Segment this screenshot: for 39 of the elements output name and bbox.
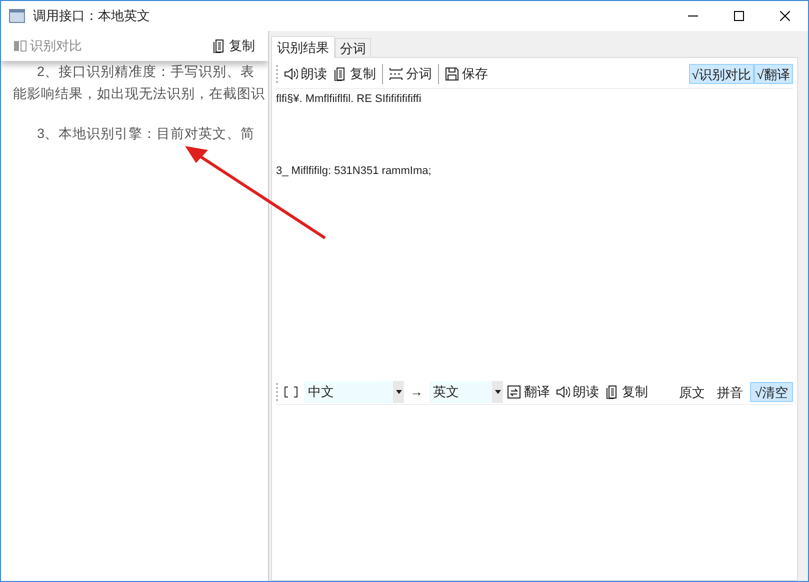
copy-button[interactable]: 复制 [333,62,376,86]
split-icon [389,66,403,80]
split-button[interactable]: 分词 [389,62,432,86]
text-line: 能影响结果，如出现无法识别，在截图识 [12,85,266,103]
copy-button[interactable]: 复制 [212,36,255,56]
document-icon [605,384,619,398]
toggle-button[interactable]: √翻译 [754,64,793,84]
speaker-button[interactable]: 朗读 [284,62,327,86]
text-line: 3、本地识别引擎：目前对英文、简 [36,125,256,143]
text-line: 2、接口识别精准度：手写识别、表 [36,63,256,81]
app-icon [9,9,25,23]
option-button[interactable]: 原文 [674,382,710,402]
window-title: 调用接口：本地英文 [33,7,150,26]
tab[interactable]: 识别结果 [271,36,335,58]
tab[interactable]: 分词 [335,38,371,57]
copy-button[interactable]: 复制 [605,380,648,402]
translate-button[interactable]: 翻译 [507,380,550,402]
compare-button[interactable]: 识别对比 [13,36,82,56]
document-icon [333,66,347,80]
speaker-button[interactable]: 朗读 [556,380,599,402]
option-button[interactable]: 拼音 [712,382,748,402]
speaker-icon [284,66,298,80]
result-line: 3_ Miflfifilg: 531N351 rammIma; [276,164,432,179]
save-icon [445,66,459,80]
source-language-select[interactable]: 中文 [304,380,404,402]
maximize-icon [734,11,744,21]
dropdown-icon [494,390,500,394]
save-button[interactable]: 保存 [445,62,488,86]
target-language-select[interactable]: 英文 [429,380,503,402]
document-icon [212,39,226,53]
speaker-icon [556,384,570,398]
option-button[interactable]: √清空 [750,382,793,402]
translate-icon [507,384,521,398]
toggle-button[interactable]: √识别对比 [688,64,754,84]
arrow-text: → [410,382,423,401]
result-line: flfi§¥. Mmflfiiflfil. RE SIfifififififfi [276,92,422,107]
close-icon [780,11,790,21]
dropdown-icon [396,390,402,394]
compare-icon [13,39,27,53]
